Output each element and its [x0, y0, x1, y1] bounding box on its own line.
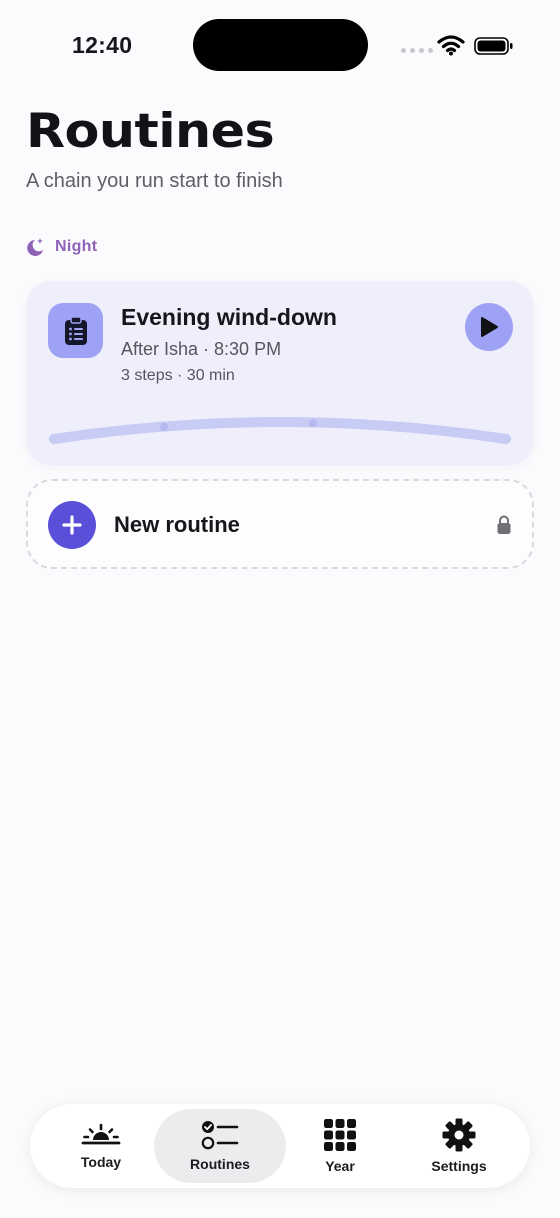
- routine-icon-tile: [48, 303, 103, 358]
- routine-meta: 3 steps · 30 min: [121, 367, 235, 384]
- cellular-signal-icon: [401, 48, 433, 53]
- tab-routines[interactable]: Routines: [154, 1109, 286, 1183]
- routine-name: Evening wind-down: [121, 304, 337, 330]
- section-label-text: Night: [55, 238, 98, 255]
- clipboard-list-icon: [64, 315, 87, 345]
- checklist-icon: [201, 1121, 239, 1150]
- status-time: 12:40: [72, 32, 133, 58]
- battery-icon: [474, 37, 513, 55]
- tab-settings-label: Settings: [431, 1158, 487, 1174]
- routine-card[interactable]: Evening wind-down After Isha · 8:30 PM 3…: [26, 281, 534, 465]
- tab-bar: Today Routines Year Settings: [30, 1104, 530, 1188]
- tab-year-label: Year: [325, 1158, 355, 1174]
- tab-year[interactable]: Year: [300, 1109, 380, 1183]
- section-night-label: Night: [24, 236, 97, 258]
- plus-icon: [62, 515, 82, 535]
- page-title: Routines: [26, 104, 275, 159]
- steps-track-line: [49, 417, 511, 444]
- wifi-icon: [437, 35, 465, 56]
- step-marker: [309, 419, 317, 427]
- play-routine-button[interactable]: [465, 303, 513, 351]
- play-icon: [481, 317, 498, 337]
- routine-schedule: After Isha · 8:30 PM: [121, 339, 282, 359]
- dynamic-island: [193, 19, 368, 71]
- tab-routines-label: Routines: [190, 1156, 250, 1172]
- gear-icon: [442, 1118, 476, 1152]
- tab-today[interactable]: Today: [62, 1109, 140, 1183]
- routine-steps-track: [49, 417, 511, 444]
- new-routine-label: New routine: [114, 512, 240, 537]
- moon-sparkle-icon: [27, 238, 43, 256]
- plus-button: [48, 501, 96, 549]
- status-bar: 12:40: [0, 0, 560, 90]
- new-routine-button[interactable]: New routine: [26, 479, 534, 569]
- tab-settings[interactable]: Settings: [416, 1109, 502, 1183]
- grid-icon: [324, 1119, 356, 1151]
- page-subtitle: A chain you run start to finish: [26, 170, 283, 192]
- lock-icon: [497, 515, 511, 534]
- step-marker: [160, 423, 168, 431]
- tab-today-label: Today: [80, 1154, 122, 1170]
- routines-screen: 12:40 Routines A chain you run start to …: [0, 0, 560, 1218]
- sunrise-icon: [81, 1123, 121, 1145]
